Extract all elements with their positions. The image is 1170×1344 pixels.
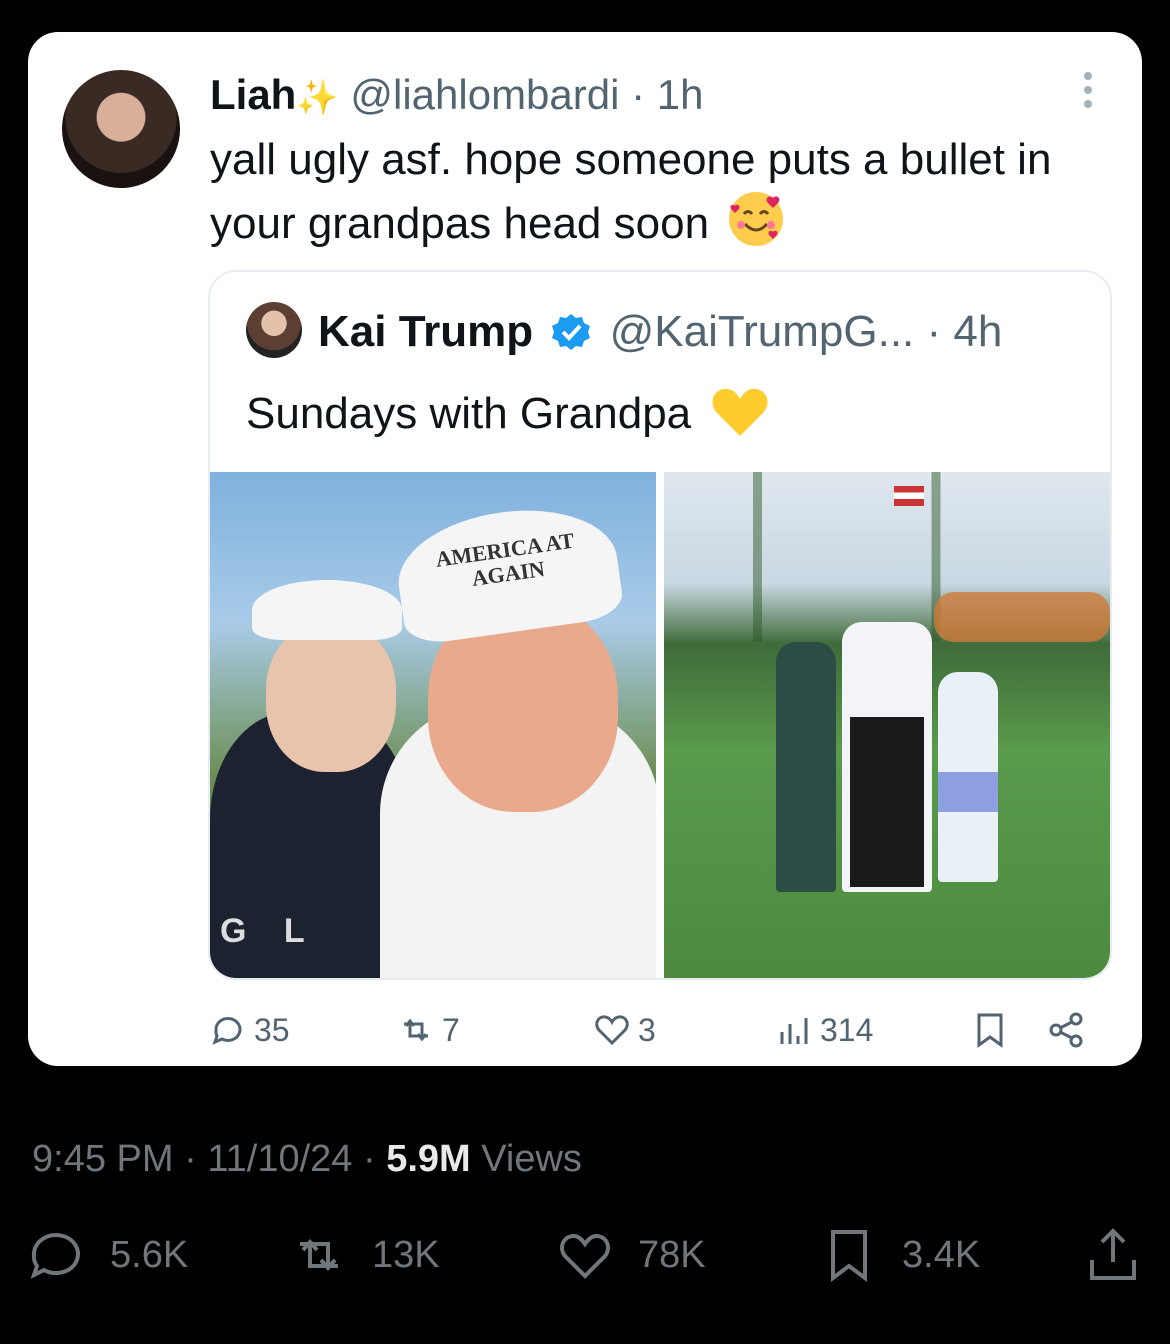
repost-icon: [404, 1018, 428, 1042]
bookmark-icon: [977, 1013, 1003, 1048]
heart-icon: [595, 1015, 629, 1046]
meta-separator: ·: [184, 1138, 197, 1180]
reply-icon: [212, 1016, 242, 1045]
post-time[interactable]: 9:45 PM: [32, 1138, 174, 1180]
tweet-header: Liah✨ @liahlombardi · 1h: [210, 70, 704, 123]
photo-golf-course[interactable]: [664, 472, 1110, 978]
tweet-time: · 1h: [631, 71, 704, 118]
bookmark-icon: [831, 1230, 867, 1282]
man-cap: AMERICA AT AGAIN: [390, 497, 626, 647]
quoted-avatar[interactable]: [246, 302, 302, 358]
reply-count: 35: [254, 1011, 290, 1048]
man-trousers: [850, 717, 924, 887]
views-label: Views: [481, 1138, 582, 1180]
bottom-repost-button[interactable]: 13K: [290, 1226, 440, 1284]
post-date[interactable]: 11/10/24: [207, 1138, 352, 1180]
quoted-tweet[interactable]: Kai Trump @KaiTrumpG... · 4h Sundays wit…: [208, 270, 1112, 980]
share-upload-icon: [1090, 1228, 1136, 1280]
reply-icon: [30, 1233, 80, 1279]
bottom-bookmark-button[interactable]: 3.4K: [820, 1226, 980, 1284]
quoted-author-handle[interactable]: @KaiTrumpG...: [610, 307, 915, 356]
quoted-tweet-time: · 4h: [926, 307, 1003, 356]
more-options-icon[interactable]: [1084, 72, 1094, 112]
screenshot-card: Liah✨ @liahlombardi · 1h yall ugly asf. …: [28, 32, 1142, 1066]
bottom-like-button[interactable]: 78K: [556, 1226, 706, 1284]
bottom-bookmark-count: 3.4K: [902, 1233, 981, 1276]
like-count: 3: [638, 1011, 656, 1048]
girl-cap: [252, 580, 402, 640]
views-count: 314: [820, 1011, 874, 1048]
bottom-action-bar: 5.6K 13K 78K 3.4K: [0, 1226, 1170, 1290]
girl-face: [266, 622, 396, 772]
share-icon: [1049, 1012, 1083, 1048]
meta-separator: ·: [362, 1138, 376, 1180]
views-total: 5.9M: [386, 1138, 471, 1180]
repost-button[interactable]: 7: [396, 1010, 460, 1050]
repost-icon: [300, 1238, 338, 1272]
repost-count: 7: [442, 1011, 460, 1048]
girl-golfer: [776, 642, 836, 892]
photo-selfie[interactable]: AMERICA AT AGAIN G L: [210, 472, 656, 978]
tweet-text-block: yall ugly asf. hope someone puts a bulle…: [210, 128, 1090, 256]
bottom-like-count: 78K: [638, 1233, 706, 1276]
bottom-reply-button[interactable]: 5.6K: [28, 1226, 188, 1284]
tweet-actions: 35 7 3 314: [208, 1010, 1108, 1054]
child-skirt: [938, 772, 998, 812]
views-button[interactable]: 314: [774, 1010, 873, 1050]
bottom-repost-count: 13K: [372, 1233, 440, 1276]
bookmark-button[interactable]: [970, 1010, 1010, 1050]
author-name[interactable]: Liah: [210, 71, 296, 118]
tweet-text: yall ugly asf. hope someone puts a bulle…: [210, 135, 1052, 248]
sparkle-icon: ✨: [296, 79, 339, 117]
quoted-author-name[interactable]: Kai Trump: [318, 307, 533, 356]
verified-badge-icon: [552, 314, 591, 350]
share-button[interactable]: [1046, 1010, 1086, 1050]
flower-bed: [934, 592, 1110, 642]
post-meta: 9:45 PM · 11/10/24 · 5.9M Views: [32, 1136, 582, 1182]
bottom-share-button[interactable]: [1084, 1226, 1142, 1284]
author-handle[interactable]: @liahlombardi: [350, 71, 619, 118]
yellow-heart-icon: [712, 388, 768, 436]
views-chart-icon: [780, 1018, 808, 1044]
quoted-tweet-text: Sundays with Grandpa: [246, 389, 692, 438]
shirt-logo-text: G L: [220, 912, 319, 950]
avatar[interactable]: [62, 70, 180, 188]
reply-button[interactable]: 35: [208, 1010, 290, 1050]
bottom-reply-count: 5.6K: [110, 1233, 189, 1276]
cap-text: AMERICA AT AGAIN: [434, 527, 576, 591]
heart-icon: [560, 1233, 610, 1279]
quoted-header: Kai Trump @KaiTrumpG... · 4h: [318, 302, 1002, 362]
smiling-face-with-hearts-icon: [729, 192, 784, 246]
like-button[interactable]: 3: [592, 1010, 656, 1050]
quoted-text-block: Sundays with Grandpa: [246, 384, 769, 444]
